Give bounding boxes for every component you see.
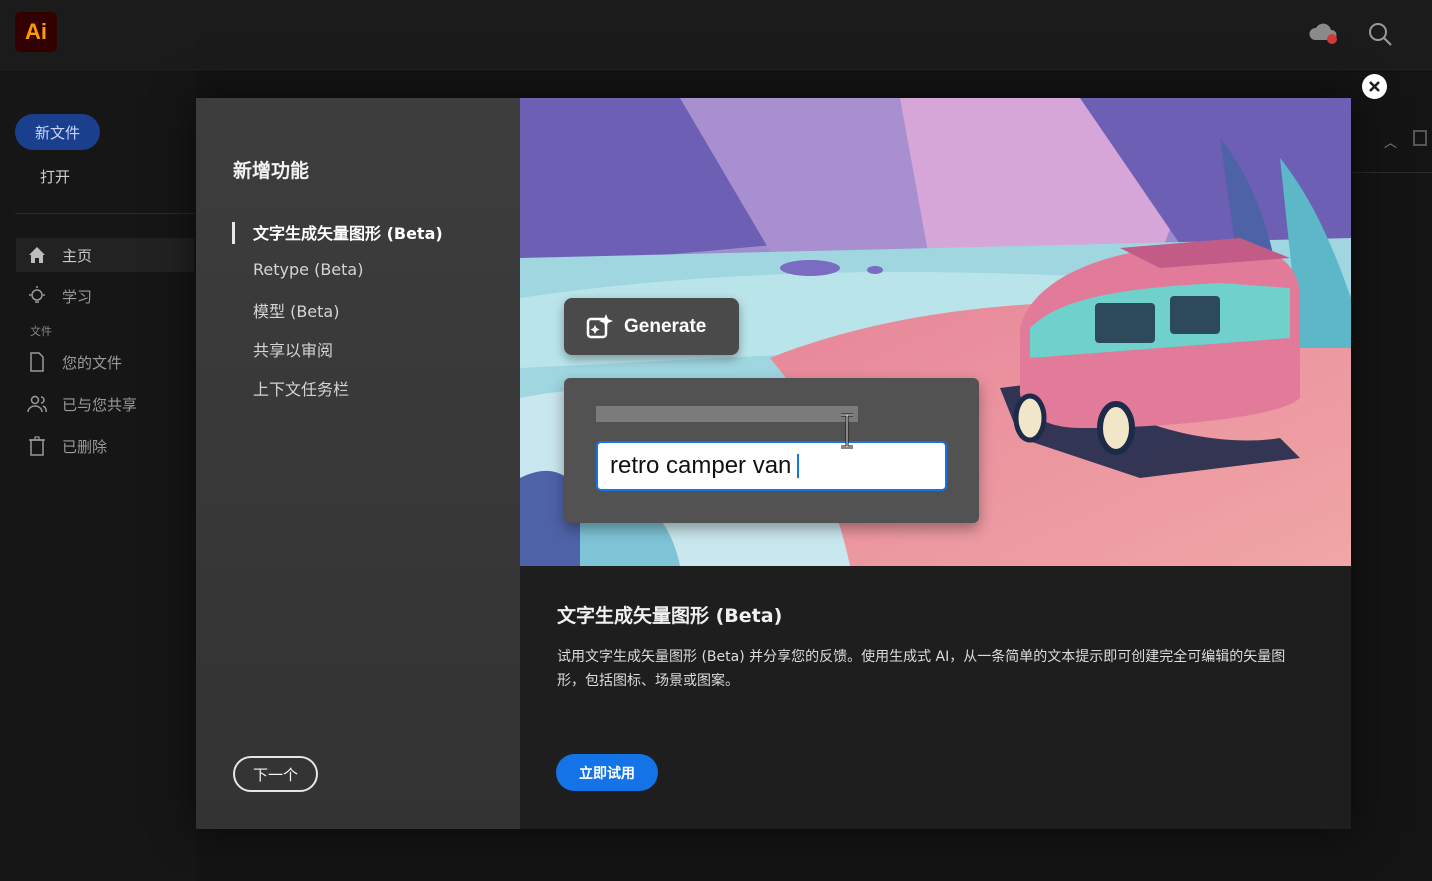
sidebar-item-learn[interactable]: 学习 [16,279,194,313]
sidebar-item-shared[interactable]: 已与您共享 [16,387,194,421]
feature-detail-panel: Generate retro camper van 文字生成矢量图形 (Beta… [520,98,1351,829]
generate-button-illustration: Generate [564,298,739,355]
home-icon [29,247,45,263]
dialog-title: 新增功能 [233,160,310,182]
background-divider [1352,172,1432,173]
sidebar-divider [15,213,195,214]
sidebar-section-files: 文件 [30,325,52,338]
generate-label: Generate [624,315,707,337]
shared-users-icon [27,395,47,413]
home-sidebar: 新文件 打开 主页 学习 文件 您的文件 已与您共享 已删除 [0,70,196,881]
feature-detail-title: 文字生成矢量图形 (Beta) [557,605,783,627]
try-now-button[interactable]: 立即试用 [556,754,658,791]
feature-item-retype[interactable]: Retype (Beta) [253,260,363,279]
feature-item-text-to-vector[interactable]: 文字生成矢量图形 (Beta) [253,220,443,244]
sidebar-item-your-files[interactable]: 您的文件 [16,345,194,379]
trash-icon [29,436,45,456]
generative-sparkle-icon [586,313,613,338]
app-header: Ai [0,0,1432,70]
prompt-input-illustration: retro camper van [596,441,947,491]
text-caret [797,454,800,478]
search-icon[interactable] [1366,20,1394,48]
feature-item-mockup[interactable]: 模型 (Beta) [253,298,339,322]
sidebar-item-label: 您的文件 [62,353,123,372]
feature-list-panel: 新增功能 文字生成矢量图形 (Beta) Retype (Beta) 模型 (B… [196,98,520,829]
feature-hero-image: Generate retro camper van [520,98,1351,566]
sidebar-item-label: 已与您共享 [62,395,138,414]
prompt-text: retro camper van [610,452,792,479]
i-beam-cursor-icon [841,413,853,449]
close-icon [1369,81,1380,92]
prompt-card-illustration: retro camper van [564,378,979,523]
feature-detail-description: 试用文字生成矢量图形 (Beta) 并分享您的反馈。使用生成式 AI，从一条简单… [557,649,1286,689]
cloud-sync-icon[interactable] [1307,20,1341,46]
prompt-placeholder-bar [596,406,858,422]
sidebar-item-label: 已删除 [62,437,108,456]
chevron-up-icon[interactable]: ︿ [1384,132,1397,151]
grid-view-icon[interactable] [1413,130,1427,146]
close-dialog-button[interactable] [1362,74,1387,99]
new-file-button[interactable]: 新文件 [15,114,100,150]
sidebar-item-label: 主页 [62,246,93,265]
whats-new-dialog: 新增功能 文字生成矢量图形 (Beta) Retype (Beta) 模型 (B… [196,98,1351,829]
sidebar-item-label: 学习 [62,287,93,306]
feature-item-contextual-taskbar[interactable]: 上下文任务栏 [253,376,349,400]
active-indicator [232,222,235,244]
app-logo[interactable]: Ai [15,12,57,52]
file-icon [30,352,44,372]
sidebar-item-deleted[interactable]: 已删除 [16,429,194,463]
next-button[interactable]: 下一个 [233,756,318,792]
open-button[interactable]: 打开 [40,166,70,187]
sidebar-item-home[interactable]: 主页 [16,238,194,272]
lightbulb-icon [29,286,45,303]
feature-item-share-for-review[interactable]: 共享以审阅 [253,337,333,361]
